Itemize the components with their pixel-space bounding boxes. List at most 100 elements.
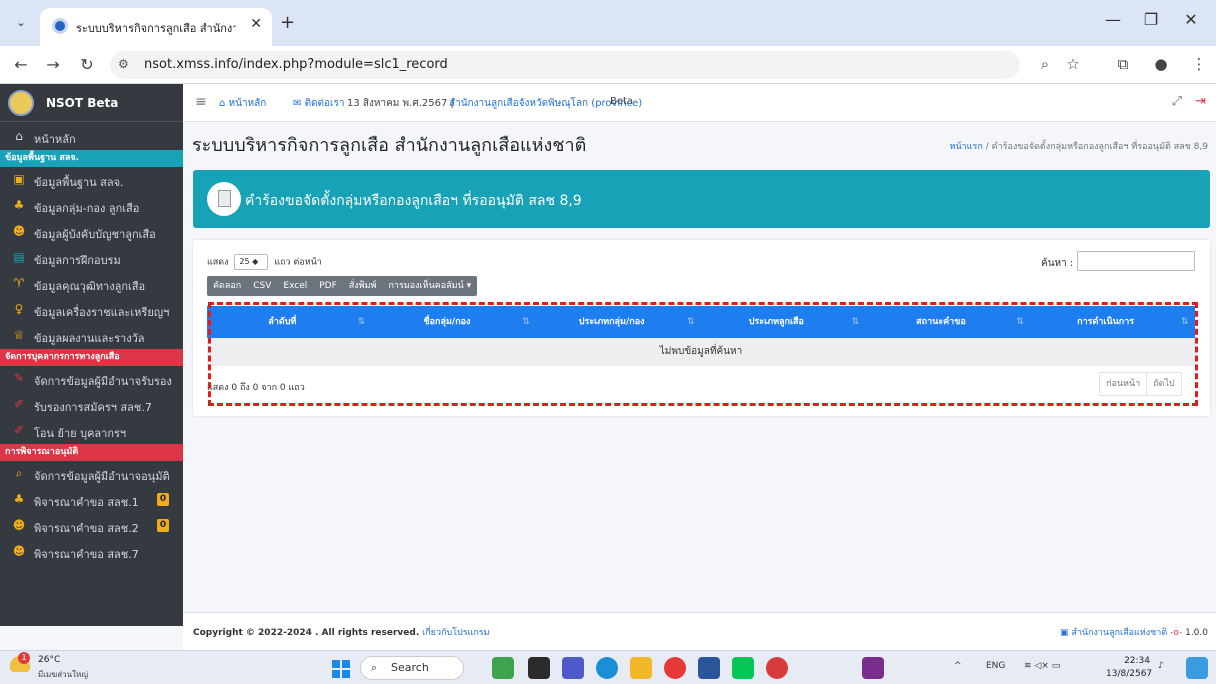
sort-icon[interactable]: ⇅ bbox=[687, 306, 695, 338]
nav-home-label: หน้าหลัก bbox=[228, 98, 267, 109]
sort-icon[interactable]: ⇅ bbox=[1181, 306, 1189, 338]
breadcrumb: หน้าแรก / คำร้องขอจัดตั้งกลุ่มหรือกองลูก… bbox=[950, 139, 1208, 153]
sidebar-item[interactable]: ♕ ข้อมูลผลงานและรางวัล bbox=[0, 323, 183, 349]
fullscreen-icon[interactable]: ⤢ bbox=[1172, 94, 1182, 109]
brand-logo-icon bbox=[8, 90, 34, 116]
input-language[interactable]: ENG bbox=[986, 661, 1005, 671]
sidebar-item[interactable]: ♈ ข้อมูลคุณวุฒิทางลูกเสือ bbox=[0, 271, 183, 297]
sidebar-item[interactable]: ▤ ข้อมูลการฝึกอบรม bbox=[0, 245, 183, 271]
widget-app-icon[interactable] bbox=[1186, 657, 1208, 679]
export-button[interactable]: การมองเห็นคอลัมน์ ▾ bbox=[382, 276, 477, 296]
notification-bell-icon[interactable]: ♪ bbox=[1158, 661, 1164, 671]
back-icon[interactable]: ← bbox=[10, 55, 32, 74]
taskbar-app-icon[interactable] bbox=[492, 657, 514, 679]
medal-icon: ♀ bbox=[14, 302, 24, 316]
sort-icon[interactable]: ⇅ bbox=[358, 306, 366, 338]
sidebar-item[interactable]: ✎ จัดการข้อมูลผู้มีอำนาจรับรอง bbox=[0, 366, 183, 392]
tray-chevron-icon[interactable]: ^ bbox=[954, 661, 962, 671]
browser-tab[interactable]: ระบบบริหารกิจการลูกเสือ สำนักงานลู ✕ bbox=[40, 8, 272, 46]
breadcrumb-current: คำร้องขอจัดตั้งกลุ่มหรือกองลูกเสือฯ ที่ร… bbox=[991, 142, 1208, 152]
brand[interactable]: NSOT Beta bbox=[0, 84, 183, 122]
column-header[interactable]: ลำดับที่ bbox=[207, 306, 358, 338]
teams-icon[interactable] bbox=[562, 657, 584, 679]
export-button[interactable]: คัดลอก bbox=[207, 276, 247, 296]
url-field[interactable]: ⚙ nsot.xmss.info/index.php?module=slc1_r… bbox=[110, 51, 1020, 79]
taskbar-app-icon[interactable] bbox=[528, 657, 550, 679]
sort-icon[interactable]: ⇅ bbox=[1016, 306, 1024, 338]
column-header[interactable]: สถานะคำขอ bbox=[866, 306, 1017, 338]
sidebar-item[interactable]: ♀ ข้อมูลเครื่องราชและเหรียญฯ bbox=[0, 297, 183, 323]
word-icon[interactable] bbox=[698, 657, 720, 679]
sidebar-section-header: ข้อมูลพื้นฐาน สลจ. bbox=[0, 150, 183, 167]
windows-taskbar: 1 26°C มีเมฆส่วนใหญ่ ⌕ Search ^ ENG ≋ ◁×… bbox=[0, 650, 1216, 684]
sidebar-item[interactable]: ♣ ข้อมูลกลุ่ม-กอง ลูกเสือ bbox=[0, 193, 183, 219]
taskbar-search[interactable]: ⌕ Search bbox=[360, 656, 464, 680]
column-header[interactable]: การดำเนินการ bbox=[1030, 306, 1181, 338]
user-pen-icon: ✎ bbox=[13, 371, 25, 385]
clock[interactable]: 22:34 13/8/2567 bbox=[1106, 655, 1152, 681]
sort-icon[interactable]: ⇅ bbox=[522, 306, 530, 338]
trophy-icon: ♕ bbox=[13, 328, 25, 342]
browser-menu-icon[interactable]: ⋮ bbox=[1188, 55, 1210, 73]
network-volume-battery-icons[interactable]: ≋ ◁× ▭ bbox=[1024, 661, 1060, 671]
export-button[interactable]: PDF bbox=[313, 276, 343, 296]
data-table-card: แสดง 25 ◆ แถว ต่อหน้า ค้นหา : คัดลอก CSV E… bbox=[193, 240, 1210, 416]
logout-icon[interactable]: ⇥ bbox=[1195, 94, 1206, 109]
chrome-canary-icon[interactable] bbox=[766, 657, 788, 679]
sidebar-item[interactable]: ✐ รับรองการสมัครฯ สลช.7 bbox=[0, 392, 183, 418]
window-close-icon[interactable]: ✕ bbox=[1176, 10, 1206, 29]
per-page-label: แถว ต่อหน้า bbox=[274, 257, 322, 268]
next-page-button[interactable]: ถัดไป bbox=[1146, 373, 1181, 395]
weather-widget[interactable]: 1 26°C มีเมฆส่วนใหญ่ bbox=[10, 652, 110, 682]
nav-home-link[interactable]: ⌂ หน้าหลัก bbox=[219, 96, 266, 111]
tab-list-chevron-icon[interactable]: ⌄ bbox=[8, 10, 34, 36]
column-header[interactable]: ประเภทลูกเสือ bbox=[701, 306, 852, 338]
column-header[interactable]: ประเภทกลุ่ม/กอง bbox=[536, 306, 687, 338]
org-link[interactable]: ▣ สำนักงานลูกเสือแห่งชาติ bbox=[1060, 628, 1167, 638]
taskbar-app-icon[interactable] bbox=[862, 657, 884, 679]
export-button[interactable]: สั่งพิมพ์ bbox=[343, 276, 383, 296]
export-button[interactable]: Excel bbox=[277, 276, 313, 296]
extensions-icon[interactable]: ⧉ bbox=[1112, 55, 1134, 73]
forward-icon[interactable]: → bbox=[42, 55, 64, 74]
bookmark-star-icon[interactable]: ☆ bbox=[1062, 55, 1084, 73]
windows-start-icon[interactable] bbox=[332, 660, 350, 678]
breadcrumb-home[interactable]: หน้าแรก bbox=[950, 142, 983, 152]
sidebar-item[interactable]: ⌕ จัดการข้อมูลผู้มีอำนาจอนุมัติ bbox=[0, 461, 183, 487]
profile-avatar-icon[interactable]: ● bbox=[1150, 55, 1172, 73]
weather-badge: 1 bbox=[18, 652, 30, 664]
restore-icon[interactable]: ❐ bbox=[1136, 10, 1166, 29]
column-header[interactable]: ชื่อกลุ่ม/กอง bbox=[372, 306, 523, 338]
search-input[interactable] bbox=[1077, 251, 1195, 271]
site-settings-icon[interactable]: ⚙ bbox=[118, 57, 129, 71]
tab-title: ระบบบริหารกิจการลูกเสือ สำนักงานลู bbox=[76, 22, 236, 35]
nav-contact-link[interactable]: ✉ ติดต่อเรา bbox=[293, 96, 344, 111]
sidebar-item[interactable]: ✐ โอน ย้าย บุคลากรฯ bbox=[0, 418, 183, 444]
sort-icon[interactable]: ⇅ bbox=[852, 306, 860, 338]
edge-icon[interactable] bbox=[596, 657, 618, 679]
sidebar-item[interactable]: ♣ พิจารณาคำขอ สลช.1 0 bbox=[0, 487, 183, 513]
sidebar-item[interactable]: ▣ ข้อมูลพื้นฐาน สลจ. bbox=[0, 167, 183, 193]
chrome-icon[interactable] bbox=[664, 657, 686, 679]
menu-toggle-icon[interactable]: ≡ bbox=[195, 94, 207, 110]
sidebar-item[interactable]: ☻ พิจารณาคำขอ สลช.7 bbox=[0, 539, 183, 565]
zoom-icon[interactable]: ⌕ bbox=[1034, 55, 1056, 73]
line-icon[interactable] bbox=[732, 657, 754, 679]
page-length-select[interactable]: 25 ◆ bbox=[234, 254, 269, 270]
taskbar-search-label: Search bbox=[391, 661, 429, 674]
sidebar-item-home[interactable]: ⌂ หน้าหลัก bbox=[0, 124, 183, 150]
users-icon: ☻ bbox=[12, 224, 26, 238]
users-icon: ☻ bbox=[12, 544, 26, 558]
export-button[interactable]: CSV bbox=[247, 276, 277, 296]
minimize-icon[interactable]: — bbox=[1098, 10, 1128, 29]
about-link[interactable]: เกี่ยวกับโปรแกรม bbox=[422, 628, 489, 638]
sidebar-item-label: หน้าหลัก bbox=[34, 133, 76, 146]
sidebar-item[interactable]: ☻ ข้อมูลผู้บังคับบัญชาลูกเสือ bbox=[0, 219, 183, 245]
file-explorer-icon[interactable] bbox=[630, 657, 652, 679]
reload-icon[interactable]: ↻ bbox=[76, 55, 98, 74]
previous-page-button[interactable]: ก่อนหน้า bbox=[1100, 373, 1146, 395]
sidebar-item[interactable]: ☻ พิจารณาคำขอ สลช.2 0 bbox=[0, 513, 183, 539]
tab-close-icon[interactable]: ✕ bbox=[250, 16, 262, 32]
new-tab-icon[interactable]: + bbox=[280, 12, 295, 33]
clock-time: 22:34 bbox=[1124, 656, 1150, 666]
